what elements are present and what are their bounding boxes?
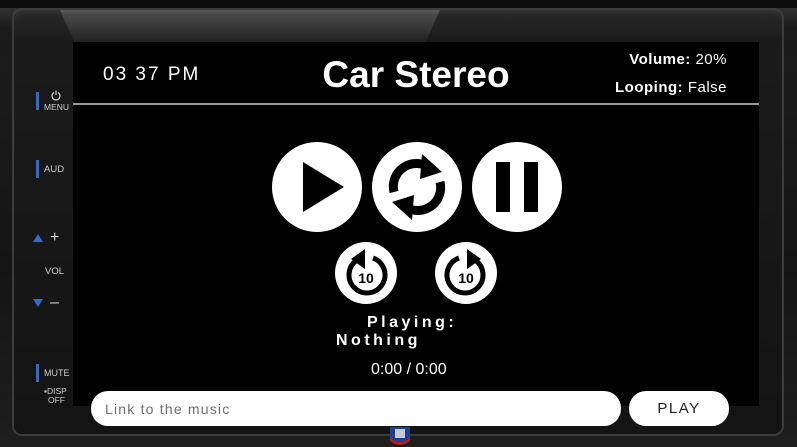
menu-button[interactable]: MENU (44, 102, 69, 112)
disp-off-label: OFF (48, 395, 65, 405)
play-control-button[interactable] (272, 142, 362, 232)
volume-up-button[interactable]: + (50, 229, 59, 247)
looping-label: Looping: (615, 79, 684, 96)
volume-label: Volume: (629, 51, 691, 68)
volume-value: 20% (695, 51, 727, 68)
volume-down-arrow-icon[interactable] (33, 299, 43, 307)
looping-value: False (687, 79, 727, 96)
power-icon (51, 90, 61, 101)
header-divider (73, 103, 759, 105)
top-strip (0, 0, 797, 8)
loop-control-button[interactable] (372, 142, 462, 232)
playback-time: 0:00 / 0:00 (371, 361, 447, 378)
replay-10-icon: 10 (346, 249, 388, 296)
pause-control-button[interactable] (472, 142, 562, 232)
now-playing-value: Nothing (336, 332, 421, 349)
volume-status: Volume: 20% (629, 51, 727, 68)
loop-icon (388, 154, 446, 220)
volume-up-arrow-icon[interactable] (33, 234, 43, 242)
menu-button-indicator (36, 92, 39, 110)
mute-button-indicator (36, 364, 39, 382)
pause-icon (496, 162, 538, 212)
looping-status: Looping: False (615, 79, 727, 96)
play-link-button[interactable]: PLAY (629, 391, 729, 426)
forward-10-button[interactable]: 10 (435, 242, 497, 304)
glass-glare (60, 10, 440, 44)
rewind-10-label: 10 (358, 270, 374, 286)
forward-10-label: 10 (458, 270, 474, 286)
music-link-input[interactable] (91, 391, 621, 426)
rewind-10-button[interactable]: 10 (335, 242, 397, 304)
brand-emblem-icon (390, 427, 410, 445)
play-icon (303, 162, 344, 212)
mute-button[interactable]: MUTE (44, 368, 70, 378)
volume-down-button[interactable]: – (50, 294, 59, 312)
aud-button[interactable]: AUD (44, 164, 64, 175)
now-playing-label: Playing: (367, 314, 458, 331)
vol-label: VOL (45, 266, 65, 277)
aud-button-indicator (36, 160, 39, 178)
display-screen: 03 37 PM Car Stereo Volume: 20% Looping:… (73, 42, 759, 406)
forward-10-icon: 10 (444, 249, 486, 296)
